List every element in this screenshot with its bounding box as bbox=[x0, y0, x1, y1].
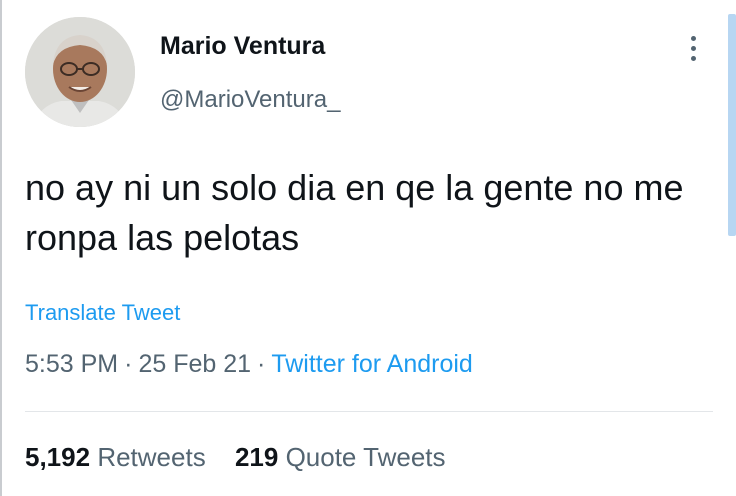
retweets-stat[interactable]: 5,192 Retweets bbox=[25, 442, 206, 472]
divider bbox=[25, 411, 713, 412]
tweet-text: no ay ni un solo dia en qe la gente no m… bbox=[25, 167, 684, 258]
more-vertical-icon[interactable] bbox=[686, 36, 700, 70]
user-handle[interactable]: @MarioVentura_ bbox=[160, 86, 340, 114]
avatar-photo bbox=[25, 17, 135, 127]
tweet-source-link[interactable]: Twitter for Android bbox=[271, 350, 472, 378]
tweet-meta: 5:53 PM · 25 Feb 21 · Twitter for Android bbox=[25, 350, 473, 379]
avatar[interactable] bbox=[25, 17, 135, 127]
tweet-time[interactable]: 5:53 PM bbox=[25, 350, 118, 378]
meta-separator: · bbox=[124, 350, 133, 378]
quote-tweets-label: Quote Tweets bbox=[285, 442, 446, 472]
retweets-count: 5,192 bbox=[25, 442, 91, 472]
tweet-stats: 5,192 Retweets 219 Quote Tweets bbox=[25, 442, 468, 473]
display-name[interactable]: Mario Ventura bbox=[160, 32, 325, 61]
retweets-label: Retweets bbox=[97, 442, 206, 472]
quote-tweets-stat[interactable]: 219 Quote Tweets bbox=[235, 442, 446, 472]
translate-tweet-link[interactable]: Translate Tweet bbox=[25, 300, 180, 326]
window-edge bbox=[0, 0, 2, 496]
tweet-date[interactable]: 25 Feb 21 bbox=[138, 350, 251, 378]
quote-tweets-count: 219 bbox=[234, 442, 279, 472]
meta-separator: · bbox=[257, 350, 266, 378]
scrollbar[interactable] bbox=[728, 14, 736, 236]
